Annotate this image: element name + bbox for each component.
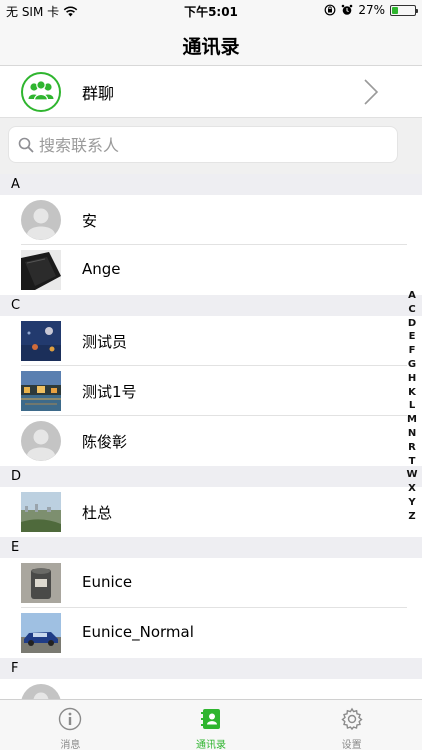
contact-row[interactable] [0, 679, 422, 699]
alphabet-index[interactable]: ACDEFGHKLMNRTWXYZ [405, 289, 419, 524]
tab-label: 通讯录 [196, 740, 226, 750]
contact-row[interactable]: Eunice [0, 558, 422, 608]
index-letter-w[interactable]: W [406, 468, 417, 482]
contact-row[interactable]: 安 [0, 195, 422, 245]
section-header-f: F [0, 658, 422, 679]
index-letter-x[interactable]: X [408, 482, 416, 496]
tab-label: 消息 [60, 740, 81, 750]
index-letter-h[interactable]: H [408, 372, 416, 386]
index-letter-e[interactable]: E [409, 330, 416, 344]
contact-row[interactable]: Eunice_Normal [0, 608, 422, 658]
contacts-book-icon [199, 707, 223, 731]
section-header-a: A [0, 174, 422, 195]
index-letter-d[interactable]: D [408, 317, 416, 331]
contact-row[interactable]: 测试员 [0, 316, 422, 366]
contact-name: 陈俊彰 [82, 433, 128, 451]
search-icon [18, 137, 34, 153]
index-letter-l[interactable]: L [409, 399, 415, 413]
contact-avatar [21, 200, 61, 240]
tab-contacts[interactable]: 通讯录 [141, 700, 282, 750]
info-icon [58, 707, 82, 731]
search-bar [0, 118, 422, 174]
contact-row[interactable]: 陈俊彰 [0, 416, 422, 466]
index-letter-a[interactable]: A [408, 289, 416, 303]
tab-bar: 消息 通讯录 设置 [0, 699, 422, 750]
contact-avatar [21, 613, 61, 653]
index-letter-k[interactable]: K [408, 386, 416, 400]
alarm-icon [342, 4, 353, 15]
search-box[interactable] [8, 126, 398, 163]
contact-list[interactable]: A 安 Ange C 测试员 测试1号 陈俊彰 D 杜总 E Eunice Eunice_Normal… [0, 174, 422, 699]
contact-name: 安 [82, 212, 98, 230]
search-input[interactable] [39, 133, 379, 157]
group-chat-row[interactable]: 群聊 [0, 66, 422, 118]
tab-messages[interactable]: 消息 [0, 700, 141, 750]
contact-name: Eunice [82, 573, 133, 591]
navigation-bar: 通讯录 [0, 22, 422, 66]
orientation-lock-icon [324, 4, 336, 16]
section-header-e: E [0, 537, 422, 558]
index-letter-y[interactable]: Y [408, 496, 415, 510]
page-title: 通讯录 [182, 36, 240, 58]
contact-name: Ange [82, 260, 121, 278]
section-header-c: C [0, 295, 422, 316]
contact-row[interactable]: 杜总 [0, 487, 422, 537]
contact-name: 测试员 [82, 333, 128, 351]
tab-settings[interactable]: 设置 [281, 700, 422, 750]
contact-avatar [21, 421, 61, 461]
index-letter-t[interactable]: T [409, 455, 416, 469]
contact-avatar [21, 684, 61, 699]
section-header-d: D [0, 466, 422, 487]
index-letter-r[interactable]: R [408, 441, 416, 455]
battery-icon [390, 4, 418, 16]
contact-avatar [21, 492, 61, 532]
contact-row[interactable]: 测试1号 [0, 366, 422, 416]
contact-avatar [21, 250, 61, 290]
index-letter-g[interactable]: G [408, 358, 416, 372]
chevron-right-icon [364, 79, 379, 105]
contact-avatar [21, 563, 61, 603]
contact-row[interactable]: Ange [0, 245, 422, 295]
battery-percent: 27% [358, 3, 385, 17]
index-letter-z[interactable]: Z [408, 510, 415, 524]
contact-name: 杜总 [82, 504, 113, 522]
gear-icon [340, 707, 364, 731]
status-bar: 无 SIM 卡 下午5:01 27% [0, 0, 422, 22]
contact-avatar [21, 321, 61, 361]
index-letter-f[interactable]: F [409, 344, 416, 358]
index-letter-c[interactable]: C [408, 303, 415, 317]
index-letter-n[interactable]: N [408, 427, 416, 441]
contact-avatar [21, 371, 61, 411]
contact-name: Eunice_Normal [82, 623, 194, 641]
index-letter-m[interactable]: M [407, 413, 417, 427]
tab-label: 设置 [341, 740, 362, 750]
group-chat-icon [21, 72, 61, 112]
contact-name: 测试1号 [82, 383, 137, 401]
group-chat-label: 群聊 [82, 84, 115, 103]
battery-level [392, 6, 398, 14]
